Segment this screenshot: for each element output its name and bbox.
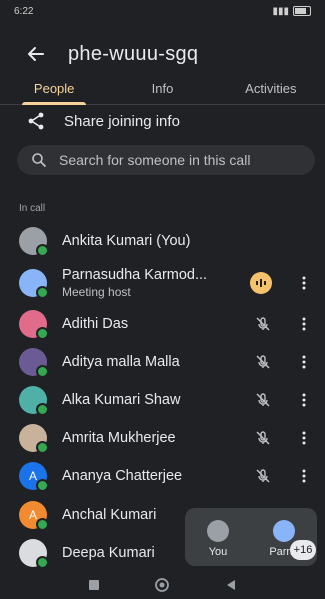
participant-name: Adithi Das [62, 316, 129, 332]
tab-bar: People Info Activities [0, 72, 325, 105]
more-options-icon[interactable] [295, 391, 313, 409]
participant-name-block: Adithi Das [62, 316, 128, 332]
avatar-letter: A [28, 508, 37, 522]
presence-dot-icon [36, 327, 49, 340]
more-options-icon[interactable] [295, 467, 313, 485]
participant-name: Amrita Mukherjee [62, 430, 176, 446]
participant-name-block: Ananya Chatterjee [62, 468, 182, 484]
system-nav-bar [0, 570, 325, 599]
tab-info[interactable]: Info [108, 72, 216, 104]
participant-row[interactable]: A Ananya Chatterjee [0, 457, 325, 495]
tab-people[interactable]: People [0, 72, 108, 105]
avatar [19, 539, 49, 569]
participant-row[interactable]: Adithi Das [0, 305, 325, 343]
presence-dot-icon [36, 441, 49, 454]
mic-off-icon [254, 391, 272, 409]
more-options-icon[interactable] [295, 315, 313, 333]
participant-name-block: Alka Kumari Shaw [62, 392, 180, 408]
you-avatar [207, 520, 229, 542]
host-avatar [273, 520, 295, 542]
back-nav-icon[interactable] [224, 578, 238, 592]
more-options-icon[interactable] [295, 429, 313, 447]
avatar [19, 424, 49, 454]
battery-icon [293, 6, 311, 16]
search-placeholder: Search for someone in this call [59, 152, 251, 168]
participant-role: Meeting host [62, 285, 131, 299]
presence-dot-icon [36, 479, 49, 492]
participant-row[interactable]: Aditya malla Malla [0, 343, 325, 381]
participant-name: Anchal Kumari [62, 507, 157, 523]
participant-name: Aditya malla Malla [62, 354, 180, 370]
in-call-section-label: In call [19, 203, 46, 214]
tab-activities[interactable]: Activities [217, 72, 325, 104]
presence-dot-icon [36, 244, 49, 257]
mic-off-icon [254, 467, 272, 485]
participant-name: Alka Kumari Shaw [62, 392, 181, 408]
avatar [19, 269, 49, 299]
status-icons: ▮▮▮ [272, 6, 311, 17]
participant-name: Ananya Chatterjee [62, 468, 183, 484]
back-arrow-icon[interactable] [24, 42, 48, 66]
status-bar: 6:22 ▮▮▮ [0, 0, 325, 22]
mic-off-icon [254, 353, 272, 371]
avatar [19, 348, 49, 378]
signal-icon: ▮▮▮ [272, 5, 289, 17]
speaking-indicator-icon [250, 272, 272, 294]
recents-icon[interactable] [87, 578, 101, 592]
share-icon [28, 112, 44, 130]
participant-name-block: Amrita Mukherjee [62, 430, 176, 446]
presence-dot-icon [36, 286, 49, 299]
participant-name-block: Ankita Kumari (You) [62, 233, 190, 249]
app-bar: phe-wuuu-sgq [0, 34, 325, 74]
search-icon [32, 153, 46, 167]
avatar [19, 386, 49, 416]
avatar [19, 227, 49, 257]
participant-name-block: Anchal Kumari [62, 507, 156, 523]
participant-row[interactable]: Parnasudha Karmod... Meeting host [0, 264, 325, 302]
meeting-code-title: phe-wuuu-sgq [68, 42, 199, 65]
participant-name-block: Deepa Kumari [62, 545, 155, 561]
participant-row[interactable]: Amrita Mukherjee [0, 419, 325, 457]
self-view-you-label: You [208, 546, 228, 558]
share-joining-info-label: Share joining info [64, 112, 180, 130]
avatar: A [19, 462, 49, 492]
participant-name: Parnasudha Karmod... [62, 267, 208, 283]
participant-name-block: Parnasudha Karmod... Meeting host [62, 267, 207, 299]
mic-off-icon [254, 429, 272, 447]
avatar [19, 310, 49, 340]
more-options-icon[interactable] [295, 353, 313, 371]
participant-row[interactable]: Alka Kumari Shaw [0, 381, 325, 419]
avatar: A [19, 501, 49, 531]
mic-off-icon [254, 315, 272, 333]
home-icon[interactable] [154, 577, 170, 593]
share-joining-info-row[interactable]: Share joining info [0, 106, 325, 136]
participant-name-block: Aditya malla Malla [62, 354, 180, 370]
self-view-you: You [185, 508, 251, 566]
presence-dot-icon [36, 403, 49, 416]
more-participants-badge[interactable]: +16 [290, 540, 316, 560]
participant-name: Deepa Kumari [62, 545, 155, 561]
presence-dot-icon [36, 556, 49, 569]
status-time: 6:22 [14, 5, 34, 17]
presence-dot-icon [36, 365, 49, 378]
participant-name: Ankita Kumari (You) [62, 233, 191, 249]
avatar-letter: A [28, 469, 37, 483]
presence-dot-icon [36, 518, 49, 531]
more-options-icon[interactable] [295, 274, 313, 292]
participant-row[interactable]: Ankita Kumari (You) [0, 222, 325, 260]
participant-search-input[interactable]: Search for someone in this call [17, 145, 315, 175]
